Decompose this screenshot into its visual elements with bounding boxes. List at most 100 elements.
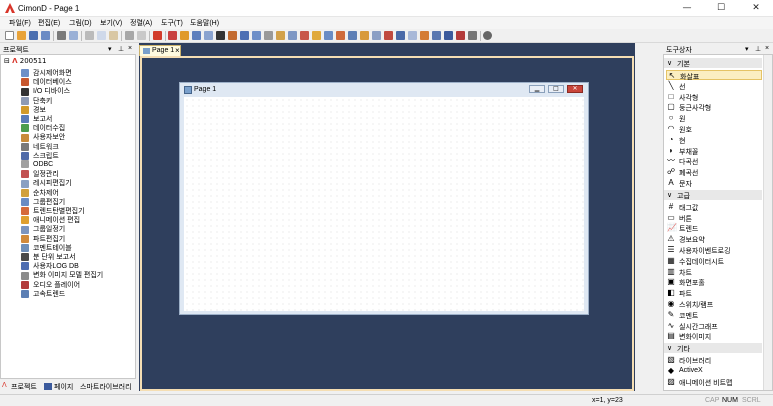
page-window[interactable]: Page 1 ▁ □ ✕ xyxy=(179,82,589,315)
tree-item[interactable]: 사용자LOG DB xyxy=(21,261,79,271)
tree-item[interactable]: 그룹편집기 xyxy=(21,197,65,206)
tree-item[interactable]: 애니메이션 편집 xyxy=(21,215,80,225)
page-maximize-button[interactable]: □ xyxy=(548,85,564,93)
pin-icon[interactable]: ⊥ xyxy=(755,45,761,53)
toolbox-item[interactable]: 〰 다곡선 xyxy=(666,156,762,167)
tree-item[interactable]: 오디오 플레이어 xyxy=(21,280,80,289)
tree-item[interactable]: I/O 디바이스 xyxy=(21,86,70,96)
io-device-icon[interactable] xyxy=(216,31,225,40)
chevron-down-icon[interactable]: ∨ xyxy=(667,344,672,352)
security-icon[interactable] xyxy=(432,31,441,40)
menu-edit[interactable]: 편집(E) xyxy=(38,18,60,28)
comment-icon[interactable] xyxy=(360,31,369,40)
tree-item[interactable]: 일정관리 xyxy=(21,169,59,179)
animation-icon[interactable] xyxy=(312,31,321,40)
panel-close-icon[interactable]: × xyxy=(128,45,132,52)
tree-item[interactable]: ODBC xyxy=(21,160,53,169)
toolbox-item[interactable]: ◔ 현 xyxy=(666,135,762,145)
tree-item[interactable]: 변화 이미지 모델 편집기 xyxy=(21,270,103,280)
panel-close-icon[interactable]: × xyxy=(765,45,769,52)
menu-arrange[interactable]: 정렬(A) xyxy=(130,18,152,28)
tree-item[interactable]: 코멘트테이블 xyxy=(21,243,72,252)
document-tab[interactable]: Page 1 × xyxy=(139,45,181,56)
toolbox-section-header[interactable]: ∨ 기본 xyxy=(664,58,762,68)
toolbox-item[interactable]: ✎ 코멘트 xyxy=(666,310,762,320)
new-file-icon[interactable] xyxy=(5,31,14,40)
tab-page[interactable]: 페이지 xyxy=(54,382,73,392)
save-icon[interactable] xyxy=(29,31,38,40)
script-icon[interactable] xyxy=(456,31,465,40)
keyboard-icon[interactable] xyxy=(420,31,429,40)
audio-icon[interactable] xyxy=(384,31,393,40)
replace-icon[interactable] xyxy=(137,31,146,40)
settings-icon[interactable] xyxy=(468,31,477,40)
chevron-down-icon[interactable]: ∨ xyxy=(667,59,672,67)
toolbox-item[interactable]: ◗ 부채꼴 xyxy=(666,146,762,156)
find-icon[interactable] xyxy=(125,31,134,40)
page-minimize-button[interactable]: ▁ xyxy=(529,85,545,93)
toolbox-item[interactable]: ◆ ActiveX xyxy=(666,366,762,376)
tree-item[interactable]: 순차제어 xyxy=(21,188,59,197)
toolbox-item[interactable]: ▧ 라이브러리 xyxy=(666,355,762,366)
toolbox-item[interactable]: ○ 원 xyxy=(666,113,762,124)
help-icon[interactable] xyxy=(483,31,492,40)
odbc-icon[interactable] xyxy=(444,31,453,40)
tree-item[interactable]: 레시피편집기 xyxy=(21,178,72,188)
recipe-icon[interactable] xyxy=(276,31,285,40)
toolbox-item[interactable]: ▤ 변화이미지 xyxy=(666,331,762,342)
toolbox-item[interactable]: ∿ 실시간그래프 xyxy=(666,321,762,331)
toolbox-item[interactable]: ▦ 수집데이터시트 xyxy=(666,256,762,266)
toolbox-item[interactable]: ▭ 버튼 xyxy=(666,213,762,223)
image-icon[interactable] xyxy=(408,31,417,40)
preview-icon[interactable] xyxy=(69,31,78,40)
copy-icon[interactable] xyxy=(97,31,106,40)
tree-item[interactable]: 경보 xyxy=(21,105,46,114)
menu-help[interactable]: 도움말(H) xyxy=(190,18,219,28)
tree-item[interactable]: 그룹일정기 xyxy=(21,224,65,234)
toolbox-item[interactable]: ▥ 차트 xyxy=(666,267,762,277)
tree-item[interactable]: 보고서 xyxy=(21,114,52,124)
tree-item[interactable]: 사용자보안 xyxy=(21,132,65,142)
page-canvas[interactable] xyxy=(184,97,584,311)
toolbox-section-header[interactable]: ∨ 기타 xyxy=(664,343,762,354)
toolbox-item[interactable]: # 태그값 xyxy=(666,202,762,212)
tree-item[interactable]: 파트편집기 xyxy=(21,234,65,243)
brush-icon[interactable] xyxy=(180,31,189,40)
part-icon[interactable] xyxy=(348,31,357,40)
tree-item[interactable]: 감시제어화면 xyxy=(21,68,72,78)
delete-icon[interactable] xyxy=(153,31,162,40)
tab-project[interactable]: 프로젝트 xyxy=(11,382,37,392)
toolbox-item[interactable]: ◠ 원호 xyxy=(666,124,762,135)
menu-draw[interactable]: 그림(D) xyxy=(69,18,92,28)
sequence-icon[interactable] xyxy=(288,31,297,40)
alarm-icon[interactable] xyxy=(228,31,237,40)
tree-item[interactable]: 데이터베이스 xyxy=(21,77,72,87)
toolbox-item[interactable]: ⚠ 경보요약 xyxy=(666,234,762,245)
toolbox-item[interactable]: ↖ 화살표 xyxy=(666,70,762,81)
tree-item[interactable]: 고속트렌드 xyxy=(21,289,65,298)
trend-icon[interactable] xyxy=(336,31,345,40)
menu-file[interactable]: 파일(F) xyxy=(9,18,31,28)
tree-item[interactable]: 데이터수집 xyxy=(21,123,65,133)
tab-smart-library[interactable]: 스마트라이브러리 xyxy=(80,382,132,392)
schedule-icon[interactable] xyxy=(300,31,309,40)
tree-item[interactable]: 스크립트 xyxy=(21,151,59,160)
tree-item[interactable]: 트렌드탄별편집기 xyxy=(21,206,85,216)
toolbox-section-header[interactable]: ∨ 고급 xyxy=(664,189,762,200)
toolbox-item[interactable]: ▢ 둥근사각형 xyxy=(666,102,762,113)
pin-icon[interactable]: ⊥ xyxy=(118,45,124,53)
open-folder-icon[interactable] xyxy=(17,31,26,40)
page-close-button[interactable]: ✕ xyxy=(567,85,583,93)
close-button[interactable]: ✕ xyxy=(739,0,773,17)
toolbox-item[interactable]: ▨ 애니메이션 비트맵 xyxy=(666,377,762,387)
menu-view[interactable]: 보기(V) xyxy=(100,18,122,28)
toolbox-item[interactable]: A 문자 xyxy=(666,178,762,189)
tree-item[interactable]: 분 단위 보고서 xyxy=(21,252,76,262)
toolbox-item[interactable]: ╲ 선 xyxy=(666,81,762,91)
minimize-button[interactable]: — xyxy=(670,0,704,17)
menu-tools[interactable]: 도구(T) xyxy=(161,18,183,28)
toolbox-item[interactable]: ☍ 폐곡선 xyxy=(666,167,762,178)
print-icon[interactable] xyxy=(57,31,66,40)
toolbox-item[interactable]: 📈 트렌드 xyxy=(666,223,762,234)
maximize-button[interactable]: ☐ xyxy=(704,0,738,17)
